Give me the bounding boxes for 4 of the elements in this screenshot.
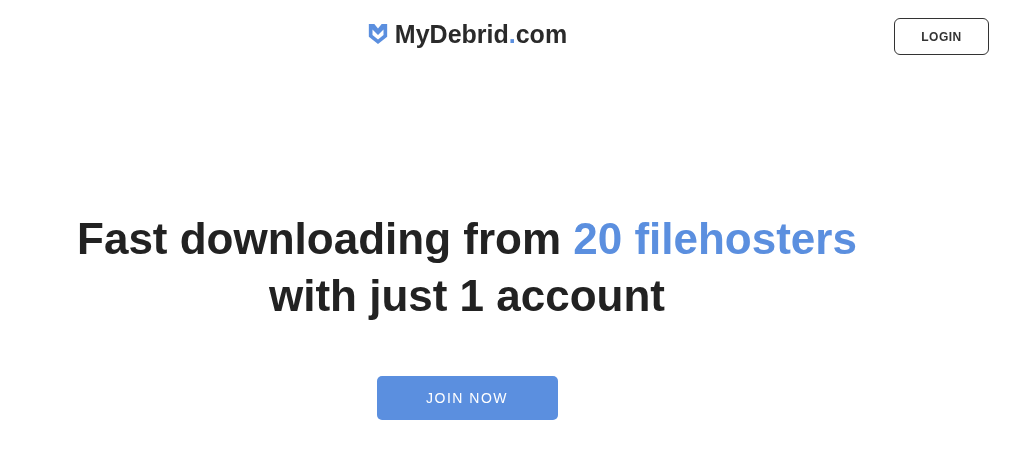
logo-text[interactable]: MyDebrid.com (394, 19, 568, 49)
login-button[interactable]: LOGIN (894, 18, 989, 55)
shield-logo-icon (366, 22, 389, 46)
headline: Fast downloading from 20 filehosters with just 1 account (77, 213, 857, 322)
